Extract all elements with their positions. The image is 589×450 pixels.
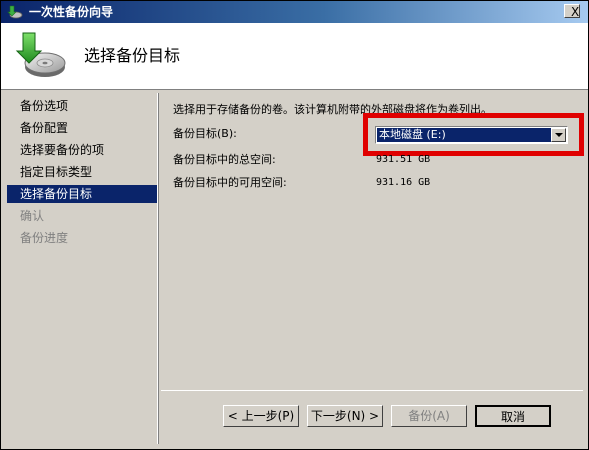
window-title: 一次性备份向导 xyxy=(29,5,114,19)
close-button[interactable]: X xyxy=(564,4,580,18)
button-bar-divider xyxy=(161,390,583,391)
free-space-value: 931.16 GB xyxy=(376,177,431,188)
wizard-header: 选择备份目标 xyxy=(1,23,588,90)
wizard-content: 选择用于存储备份的卷。该计算机附带的外部磁盘将作为卷列出。 备份目标(B): 本… xyxy=(161,93,584,444)
prev-button[interactable]: < 上一步(P) xyxy=(223,405,299,427)
total-space-value: 931.51 GB xyxy=(376,154,431,165)
title-bar[interactable]: 一次性备份向导 X xyxy=(1,1,588,23)
sidebar-divider xyxy=(158,93,159,444)
cancel-button[interactable]: 取消 xyxy=(475,405,551,427)
step-select-target[interactable]: 选择备份目标 xyxy=(7,185,157,203)
next-button[interactable]: 下一步(N) > xyxy=(307,405,383,427)
backup-target-dropdown[interactable]: 本地磁盘 (E:) xyxy=(375,126,568,144)
target-label: 备份目标(B): xyxy=(173,127,237,140)
free-space-label: 备份目标中的可用空间: xyxy=(173,176,287,189)
step-backup-options[interactable]: 备份选项 xyxy=(7,97,157,115)
step-progress: 备份进度 xyxy=(20,231,69,245)
backup-button: 备份(A) xyxy=(391,405,467,427)
step-target-type[interactable]: 指定目标类型 xyxy=(7,163,157,181)
step-select-items[interactable]: 选择要备份的项 xyxy=(7,141,157,159)
wizard-window: 一次性备份向导 X 选择备份目标 备份选项 备份配置 选择要备份的项 指定目标类… xyxy=(0,0,589,450)
backup-target-selected[interactable]: 本地磁盘 (E:) xyxy=(377,128,551,142)
page-title: 选择备份目标 xyxy=(84,46,181,65)
total-space-label: 备份目标中的总空间: xyxy=(173,153,276,166)
step-confirm: 确认 xyxy=(20,209,45,223)
wizard-steps: 备份选项 备份配置 选择要备份的项 指定目标类型 选择备份目标 确认 备份进度 xyxy=(7,93,159,444)
backup-disk-icon xyxy=(15,32,66,77)
backup-app-icon xyxy=(7,5,23,19)
step-backup-config[interactable]: 备份配置 xyxy=(7,119,157,137)
chevron-down-icon[interactable] xyxy=(551,128,566,142)
